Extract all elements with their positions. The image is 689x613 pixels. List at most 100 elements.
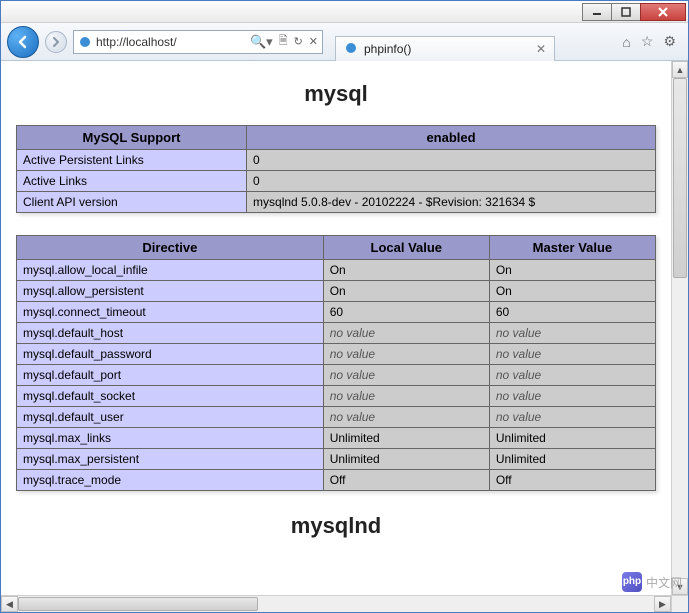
close-button[interactable] <box>640 3 686 21</box>
directive-header-1: Local Value <box>323 236 489 260</box>
search-dropdown-icon[interactable]: 🔍▾ <box>250 34 273 50</box>
tools-gear-icon[interactable]: ⚙ <box>663 33 676 50</box>
master-value: On <box>489 260 655 281</box>
address-bar-tools: 🔍▾ 🗎 ↻ ✕ <box>250 32 318 51</box>
directive-name: mysql.allow_persistent <box>17 281 324 302</box>
table-row: mysql.allow_local_infileOnOn <box>17 260 656 281</box>
table-row: mysql.max_persistentUnlimitedUnlimited <box>17 449 656 470</box>
table-row: mysql.default_hostno valueno value <box>17 323 656 344</box>
table-row: mysql.allow_persistentOnOn <box>17 281 656 302</box>
support-header-left: MySQL Support <box>17 126 247 150</box>
browser-window: http://localhost/ 🔍▾ 🗎 ↻ ✕ phpinfo() ✕ ⌂… <box>0 0 689 613</box>
master-value: no value <box>489 344 655 365</box>
browser-toolbar: http://localhost/ 🔍▾ 🗎 ↻ ✕ phpinfo() ✕ ⌂… <box>1 23 688 61</box>
master-value: no value <box>489 386 655 407</box>
favorites-icon[interactable]: ☆ <box>641 33 654 50</box>
module-heading-mysqlnd: mysqlnd <box>16 513 656 539</box>
local-value: Off <box>323 470 489 491</box>
table-row: mysql.default_socketno valueno value <box>17 386 656 407</box>
local-value: no value <box>323 344 489 365</box>
support-header-right: enabled <box>247 126 656 150</box>
table-row: mysql.default_userno valueno value <box>17 407 656 428</box>
local-value: Unlimited <box>323 449 489 470</box>
table-row: Active Persistent Links0 <box>17 150 656 171</box>
tab-favicon-icon <box>344 41 358 58</box>
master-value: 60 <box>489 302 655 323</box>
scroll-up-icon[interactable]: ▲ <box>672 61 688 78</box>
master-value: Unlimited <box>489 428 655 449</box>
directive-name: mysql.max_links <box>17 428 324 449</box>
master-value: Unlimited <box>489 449 655 470</box>
local-value: On <box>323 281 489 302</box>
scrollbar-corner <box>671 595 688 612</box>
master-value: Off <box>489 470 655 491</box>
back-button[interactable] <box>7 26 39 58</box>
horizontal-scroll-thumb[interactable] <box>18 597 258 611</box>
tab-close-icon[interactable]: ✕ <box>536 42 546 56</box>
table-row: Active Links0 <box>17 171 656 192</box>
directive-name: Active Persistent Links <box>17 150 247 171</box>
vertical-scroll-thumb[interactable] <box>673 78 687 278</box>
master-value: no value <box>489 407 655 428</box>
directive-name: mysql.default_socket <box>17 386 324 407</box>
table-row: mysql.trace_modeOffOff <box>17 470 656 491</box>
url-text: http://localhost/ <box>96 35 244 49</box>
directive-name: mysql.default_user <box>17 407 324 428</box>
table-row: mysql.default_portno valueno value <box>17 365 656 386</box>
directive-name: Client API version <box>17 192 247 213</box>
directive-name: mysql.default_host <box>17 323 324 344</box>
h-scroll-track[interactable] <box>18 596 654 612</box>
directive-name: Active Links <box>17 171 247 192</box>
scroll-right-icon[interactable]: ▶ <box>654 596 671 612</box>
vertical-scrollbar[interactable]: ▲ ▼ <box>671 61 688 595</box>
table-row: Client API versionmysqlnd 5.0.8-dev - 20… <box>17 192 656 213</box>
home-icon[interactable]: ⌂ <box>622 34 630 50</box>
browser-tab[interactable]: phpinfo() ✕ <box>335 36 555 62</box>
directive-name: mysql.default_port <box>17 365 324 386</box>
directive-name: mysql.connect_timeout <box>17 302 324 323</box>
phpinfo-page: mysql MySQL Support enabled Active Persi… <box>16 81 656 539</box>
table-row: mysql.connect_timeout6060 <box>17 302 656 323</box>
horizontal-scrollbar[interactable]: ◀ ▶ <box>1 595 671 612</box>
maximize-button[interactable] <box>611 3 641 21</box>
address-bar[interactable]: http://localhost/ 🔍▾ 🗎 ↻ ✕ <box>73 30 323 54</box>
local-value: Unlimited <box>323 428 489 449</box>
browser-right-tools: ⌂ ☆ ⚙ <box>622 33 682 50</box>
scroll-down-icon[interactable]: ▼ <box>672 578 688 595</box>
module-heading-mysql: mysql <box>16 81 656 107</box>
scroll-left-icon[interactable]: ◀ <box>1 596 18 612</box>
directive-header-2: Master Value <box>489 236 655 260</box>
directive-name: mysql.trace_mode <box>17 470 324 491</box>
table-row: mysql.default_passwordno valueno value <box>17 344 656 365</box>
directive-name: mysql.max_persistent <box>17 449 324 470</box>
titlebar <box>1 1 688 23</box>
directive-value: 0 <box>247 171 656 192</box>
ie-favicon-icon <box>78 35 92 49</box>
minimize-button[interactable] <box>582 3 612 21</box>
directive-name: mysql.allow_local_infile <box>17 260 324 281</box>
tab-title: phpinfo() <box>364 42 411 56</box>
compat-view-icon[interactable]: 🗎 <box>279 32 288 51</box>
mysql-directive-table: Directive Local Value Master Value mysql… <box>16 235 656 491</box>
local-value: 60 <box>323 302 489 323</box>
local-value: On <box>323 260 489 281</box>
directive-name: mysql.default_password <box>17 344 324 365</box>
directive-value: mysqlnd 5.0.8-dev - 20102224 - $Revision… <box>247 192 656 213</box>
content-area: mysql MySQL Support enabled Active Persi… <box>1 61 688 612</box>
master-value: On <box>489 281 655 302</box>
support-header-row: MySQL Support enabled <box>17 126 656 150</box>
mysql-support-table: MySQL Support enabled Active Persistent … <box>16 125 656 213</box>
directive-value: 0 <box>247 150 656 171</box>
table-row: mysql.max_linksUnlimitedUnlimited <box>17 428 656 449</box>
master-value: no value <box>489 323 655 344</box>
stop-icon[interactable]: ✕ <box>309 35 318 48</box>
local-value: no value <box>323 386 489 407</box>
directive-header-0: Directive <box>17 236 324 260</box>
local-value: no value <box>323 323 489 344</box>
directive-header-row: Directive Local Value Master Value <box>17 236 656 260</box>
window-controls <box>583 3 686 21</box>
forward-button[interactable] <box>45 31 67 53</box>
refresh-icon[interactable]: ↻ <box>294 35 303 48</box>
page-viewport: mysql MySQL Support enabled Active Persi… <box>1 61 671 595</box>
master-value: no value <box>489 365 655 386</box>
